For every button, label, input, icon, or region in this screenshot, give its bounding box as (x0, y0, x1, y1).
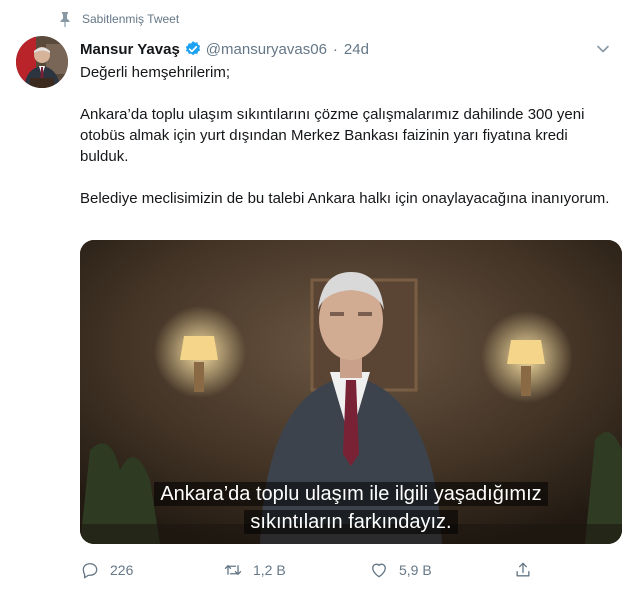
reply-icon (82, 563, 98, 579)
tweet-video[interactable]: Ankara’da toplu ulaşım ile ilgili yaşadı… (80, 240, 622, 544)
avatar[interactable] (16, 36, 68, 88)
chevron-down-icon[interactable] (596, 42, 610, 56)
tweet-timestamp[interactable]: 24d (344, 41, 369, 58)
verified-badge-icon (185, 41, 200, 56)
tweet-paragraph: Ankara’da toplu ulaşım sıkıntılarını çöz… (80, 106, 585, 165)
video-subtitle: Ankara’da toplu ulaşım ile ilgili yaşadı… (80, 482, 622, 506)
reply-button[interactable]: 226 (80, 560, 133, 580)
header-separator: · (332, 40, 338, 58)
reply-count: 226 (110, 562, 134, 578)
like-button[interactable]: 5,9 B (369, 560, 432, 580)
tweet-text: Değerli hemşehrilerim; Ankara’da toplu u… (80, 62, 620, 209)
tweet-paragraph: Değerli hemşehrilerim; (80, 64, 231, 81)
retweet-count: 1,2 B (253, 562, 286, 578)
tweet-actions: 226 1,2 B 5,9 B (80, 560, 550, 584)
tweet-paragraph: Belediye meclisimizin de bu talebi Ankar… (80, 190, 610, 207)
retweet-button[interactable]: 1,2 B (223, 560, 286, 580)
author-name[interactable]: Mansur Yavaş (80, 41, 180, 58)
tweet-header: Mansur Yavaş @mansuryavas06 · 24d (80, 38, 620, 60)
pinned-indicator: Sabitlenmiş Tweet (58, 10, 179, 28)
video-subtitle: sıkıntıların farkındayız. (80, 510, 622, 534)
share-button[interactable] (513, 560, 533, 580)
pin-icon (60, 12, 70, 27)
retweet-icon (224, 565, 242, 575)
like-count: 5,9 B (399, 562, 432, 578)
heart-icon (372, 563, 386, 578)
pinned-label: Sabitlenmiş Tweet (82, 12, 180, 26)
author-handle[interactable]: @mansuryavas06 (206, 41, 327, 58)
share-icon (516, 562, 530, 577)
